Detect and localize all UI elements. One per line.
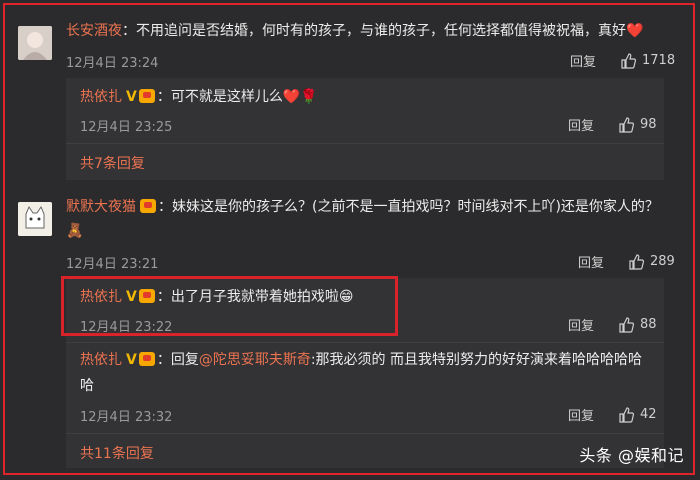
comment-emoji: 🧸 (66, 223, 84, 239)
verified-v-icon: V (126, 89, 137, 105)
reply-timestamp: 12月4日 23:32 (80, 410, 173, 425)
reply-username[interactable]: 热依扎 (80, 89, 122, 105)
comment-timestamp: 12月4日 23:24 (66, 56, 159, 71)
reply-actions: 回复 42 (568, 405, 657, 424)
comment-actions: 回复 289 (578, 252, 675, 271)
reply-button[interactable]: 回复 (568, 115, 594, 134)
thumbs-up-icon[interactable] (620, 52, 637, 69)
thumbs-up-icon[interactable] (618, 316, 635, 333)
member-badge-icon (138, 352, 155, 366)
like-count: 1718 (642, 53, 676, 68)
reply-text-continued: 哈 (80, 378, 94, 394)
reply-username[interactable]: 热依扎 (80, 352, 122, 368)
reply-actions: 回复 88 (568, 315, 657, 334)
avatar-photo-icon (18, 26, 52, 60)
reply-button[interactable]: 回复 (568, 405, 594, 424)
reply-button[interactable]: 回复 (578, 252, 604, 271)
like-count: 289 (650, 254, 675, 269)
thumbs-up-icon[interactable] (618, 406, 635, 423)
comment-actions: 回复 1718 (570, 51, 675, 70)
cat-avatar-icon (18, 202, 52, 236)
reply-text: 热依扎 V ：回复@陀思妥耶夫斯奇:那我必须的 而且我特别努力的好好演来着哈哈哈哈哈 (80, 349, 660, 371)
reply-actions: 回复 98 (568, 115, 657, 134)
view-more-replies-link[interactable]: 共11条回复 (80, 443, 154, 463)
member-badge-icon (140, 199, 156, 213)
heart-emoji: ❤️ (626, 23, 644, 39)
reply-button[interactable]: 回复 (570, 51, 596, 70)
heart-rose-emoji: ❤️🌹 (282, 89, 318, 105)
reply-button[interactable]: 回复 (568, 315, 594, 334)
comment-text: 长安酒夜：不用追问是否结婚，何时有的孩子，与谁的孩子，任何选择都值得被祝福，真好… (66, 23, 644, 39)
like-count: 98 (640, 117, 657, 132)
mention-link[interactable]: @陀思妥耶夫斯奇 (199, 352, 311, 368)
comment-timestamp: 12月4日 23:21 (66, 257, 159, 272)
like-count: 88 (640, 317, 657, 332)
thumbs-up-icon[interactable] (628, 253, 645, 270)
like-count: 42 (640, 407, 657, 422)
comment-username[interactable]: 默默大夜猫 (66, 199, 136, 215)
reply-divider (66, 342, 664, 343)
reply-text: 热依扎 V ：可不就是这样儿么❤️🌹 (80, 86, 318, 108)
highlight-box (61, 276, 398, 336)
avatar[interactable] (18, 26, 52, 60)
comment-username[interactable]: 长安酒夜 (66, 23, 122, 39)
reply-timestamp: 12月4日 23:25 (80, 120, 173, 135)
comment-text: 默默大夜猫 ：妹妹这是你的孩子么？(之前不是一直拍戏吗？时间线对不上吖)还是你家人… (66, 199, 659, 215)
reply-divider (66, 143, 664, 144)
member-badge-icon (138, 89, 155, 103)
view-more-replies-link[interactable]: 共7条回复 (80, 153, 145, 173)
avatar[interactable] (18, 202, 52, 236)
reply-divider (66, 433, 664, 434)
thumbs-up-icon[interactable] (618, 116, 635, 133)
verified-v-icon: V (126, 352, 137, 368)
watermark: 头条 @娱和记 (579, 446, 684, 465)
